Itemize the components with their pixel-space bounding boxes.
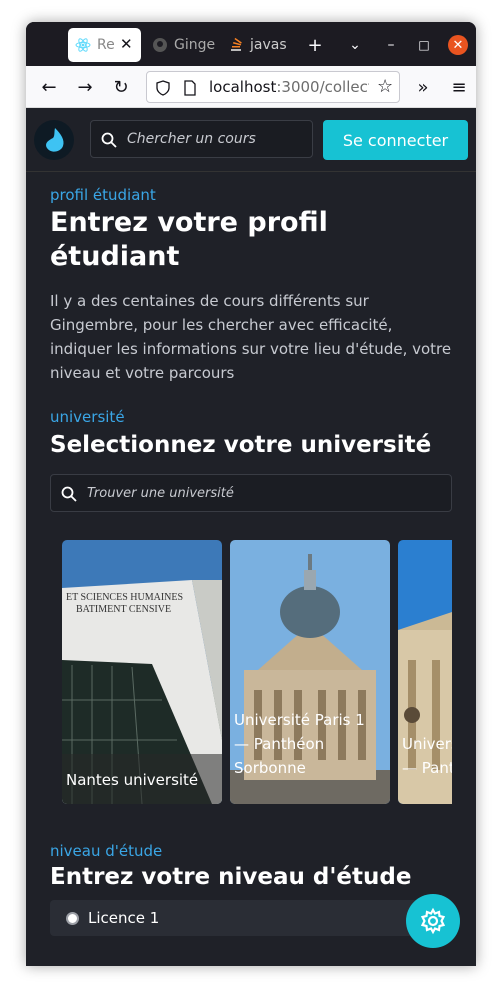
back-icon[interactable]: ← xyxy=(38,76,60,98)
forward-icon[interactable]: → xyxy=(74,76,96,98)
browser-toolbar: ← → ↻ localhost:3000/collectio ☆ » ≡ xyxy=(26,66,476,108)
menu-icon[interactable]: ≡ xyxy=(448,76,470,98)
reload-icon[interactable]: ↻ xyxy=(110,76,132,98)
tab-list-chevron-icon[interactable]: ⌄ xyxy=(344,34,366,56)
profile-eyebrow: profil étudiant xyxy=(50,186,156,204)
profile-description: Il y a des centaines de cours différents… xyxy=(50,292,452,382)
level-option-licence-1[interactable]: Licence 1 xyxy=(50,900,452,936)
university-carousel[interactable]: ET SCIENCES HUMAINES BATIMENT CENSIVE Na… xyxy=(62,540,452,804)
page-title: Entrez votre profil étudiant xyxy=(50,207,328,272)
browser-window: Re ✕ Ginge javas + ⌄ – □ ✕ ← → ↻ localho… xyxy=(26,22,476,966)
new-tab-icon[interactable]: + xyxy=(304,34,326,56)
url-text: localhost:3000/collectio xyxy=(209,78,369,96)
url-path: :3000/collectio xyxy=(276,78,369,96)
university-title: Selectionnez votre université xyxy=(50,432,432,458)
university-search-input[interactable]: Trouver une université xyxy=(50,474,452,512)
minimize-icon[interactable]: – xyxy=(380,34,402,56)
university-card-label: Nantes université xyxy=(62,754,222,804)
tab-stackoverflow[interactable]: javas xyxy=(228,28,288,62)
tab-label: Re xyxy=(97,37,115,53)
building-sign-line-2: BATIMENT CENSIVE xyxy=(76,604,171,615)
level-option-label: Licence 1 xyxy=(88,909,160,927)
university-eyebrow: université xyxy=(50,408,125,426)
university-card-nantes[interactable]: ET SCIENCES HUMAINES BATIMENT CENSIVE Na… xyxy=(62,540,222,804)
radio-button[interactable] xyxy=(66,911,79,925)
settings-button[interactable] xyxy=(406,894,460,948)
github-icon xyxy=(153,38,167,52)
overflow-chevron-icon[interactable]: » xyxy=(412,76,434,98)
address-bar[interactable]: localhost:3000/collectio ☆ xyxy=(146,71,400,103)
ginger-drop-icon xyxy=(46,128,64,152)
level-eyebrow: niveau d'étude xyxy=(50,842,163,860)
building-sign-line-1: ET SCIENCES HUMAINES xyxy=(66,592,183,603)
react-icon xyxy=(75,38,91,52)
course-search-input[interactable]: Chercher un cours xyxy=(90,120,313,158)
app-logo[interactable] xyxy=(34,120,74,160)
gear-icon xyxy=(420,907,446,935)
stackoverflow-icon xyxy=(231,37,242,51)
url-host: localhost xyxy=(209,78,277,96)
app-header: Chercher un cours Se connecter xyxy=(26,108,476,172)
university-card-sorbonne[interactable]: Université Paris 1 — Panthéon Sorbonne xyxy=(230,540,390,804)
tab-strip: Re ✕ Ginge javas + ⌄ – □ ✕ xyxy=(26,22,476,66)
tab-github[interactable]: Ginge xyxy=(152,28,216,62)
login-button[interactable]: Se connecter xyxy=(323,120,468,160)
university-search-placeholder: Trouver une université xyxy=(87,486,234,501)
search-placeholder: Chercher un cours xyxy=(127,131,256,147)
maximize-icon[interactable]: □ xyxy=(413,34,435,56)
level-title: Entrez votre niveau d'étude xyxy=(50,864,412,890)
main-content: profil étudiant Entrez votre profil étud… xyxy=(50,172,452,936)
tab-react[interactable]: Re ✕ xyxy=(68,28,141,62)
page-icon xyxy=(184,80,196,96)
shield-icon xyxy=(156,80,170,96)
close-tab-icon[interactable]: ✕ xyxy=(120,35,133,53)
university-card-label: Université Paris 1 — Panthéon Sorbonne xyxy=(234,711,365,777)
search-icon xyxy=(101,132,117,148)
close-window-icon[interactable]: ✕ xyxy=(448,35,468,55)
tab-label: Ginge xyxy=(174,37,216,53)
university-card-pantheon[interactable]: Université Paris 1 — Panthéon xyxy=(398,540,452,804)
tab-label: javas xyxy=(250,37,287,53)
search-icon xyxy=(61,486,77,502)
university-card-label: Université Paris 1 — Panthéon xyxy=(402,735,452,777)
bookmark-star-icon[interactable]: ☆ xyxy=(377,76,393,97)
